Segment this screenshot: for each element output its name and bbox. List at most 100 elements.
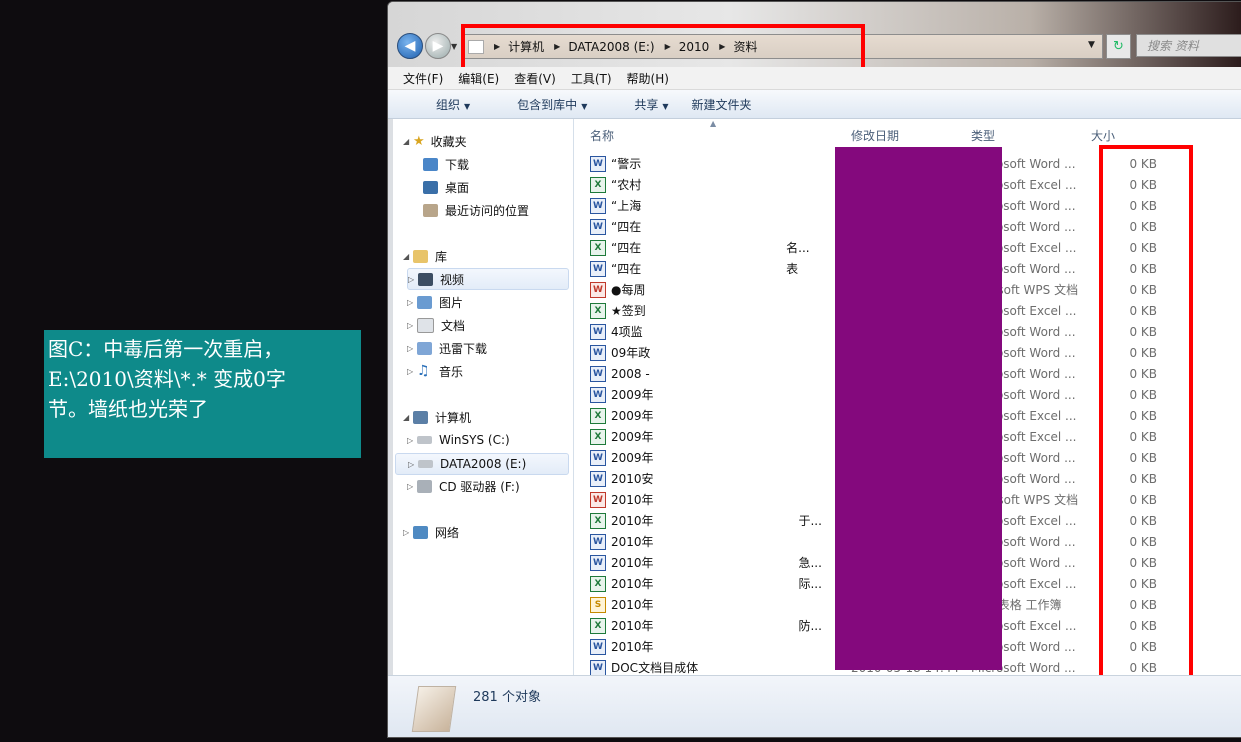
- excel-document-icon: X: [590, 302, 606, 319]
- chevron-down-icon: ▼: [464, 101, 471, 111]
- music-icon: ♫: [417, 363, 430, 379]
- refresh-button[interactable]: ↻: [1106, 34, 1131, 59]
- file-name: “农村: [611, 178, 642, 192]
- nav-item-music[interactable]: ▷ ♫ 音乐: [407, 361, 463, 381]
- collapse-arrow-icon[interactable]: ▷: [407, 344, 417, 353]
- file-name: 4项监: [611, 325, 643, 339]
- new-folder-button[interactable]: 新建文件夹: [692, 96, 752, 113]
- cd-drive-icon: [417, 479, 432, 493]
- file-name: 2010安: [611, 472, 654, 486]
- share-button[interactable]: 共享 ▼: [610, 96, 668, 113]
- collapse-arrow-icon[interactable]: ▷: [408, 275, 418, 284]
- file-name: “上海: [611, 199, 642, 213]
- excel-document-icon: X: [590, 428, 606, 445]
- collapse-arrow-icon[interactable]: ▷: [408, 460, 418, 469]
- wps-document-icon: W: [590, 491, 606, 508]
- command-bar: 组织 ▼ 包含到库中 ▼ 共享 ▼ 新建文件夹: [388, 90, 1241, 119]
- nav-favorites[interactable]: ◢ ★ 收藏夹: [403, 131, 467, 151]
- hard-drive-icon: [418, 460, 433, 468]
- details-pane: 281 个对象: [388, 675, 1241, 737]
- network-icon: [413, 525, 428, 539]
- size-column-highlight-box: [1099, 145, 1193, 688]
- menu-view[interactable]: 查看(V): [514, 70, 556, 87]
- search-input[interactable]: 搜索 资料: [1136, 34, 1241, 57]
- collapse-arrow-icon[interactable]: ▷: [403, 528, 413, 537]
- menu-help[interactable]: 帮助(H): [627, 70, 669, 87]
- file-name: 2009年: [611, 409, 654, 423]
- wps-spreadsheet-icon: S: [590, 596, 606, 613]
- nav-item-documents[interactable]: ▷ 文档: [407, 315, 465, 335]
- expand-arrow-icon[interactable]: ◢: [403, 137, 413, 146]
- file-name: 09年政: [611, 346, 651, 360]
- organize-button[interactable]: 组织 ▼: [412, 96, 470, 113]
- collapse-arrow-icon[interactable]: ▷: [407, 482, 417, 491]
- column-header-modified[interactable]: 修改日期: [851, 127, 899, 144]
- file-name: 2010年: [611, 535, 654, 549]
- column-header-type[interactable]: 类型: [971, 127, 995, 144]
- file-name: DOC文档目成体: [611, 661, 699, 675]
- recent-places-icon: [423, 203, 438, 217]
- nav-item-thunder-downloads[interactable]: ▷ 迅雷下载: [407, 338, 487, 358]
- menu-tools[interactable]: 工具(T): [571, 70, 612, 87]
- word-document-icon: W: [590, 533, 606, 550]
- object-count: 281 个对象: [473, 690, 541, 705]
- video-icon: [418, 272, 433, 286]
- word-document-icon: W: [590, 344, 606, 361]
- excel-document-icon: X: [590, 512, 606, 529]
- nav-item-drive-e[interactable]: ▷ DATA2008 (E:): [395, 453, 569, 475]
- thunder-download-icon: [417, 341, 432, 355]
- explorer-window: ◀ ▶ ▼ ▶ 计算机 ▶ DATA2008 (E:) ▶ 2010 ▶ 资料 ▼ ↻ …: [387, 1, 1241, 738]
- nav-item-cd-drive[interactable]: ▷ CD 驱动器 (F:): [407, 476, 520, 496]
- file-name: ★签到: [611, 304, 646, 318]
- hard-drive-icon: [417, 436, 432, 444]
- excel-document-icon: X: [590, 575, 606, 592]
- word-document-icon: W: [590, 386, 606, 403]
- word-document-icon: W: [590, 470, 606, 487]
- word-document-icon: W: [590, 554, 606, 571]
- chevron-down-icon: ▼: [662, 101, 669, 111]
- file-name: 2009年: [611, 430, 654, 444]
- nav-item-drive-c[interactable]: ▷ WinSYS (C:): [407, 430, 510, 450]
- computer-icon: [413, 410, 428, 424]
- column-header-size[interactable]: 大小: [1091, 127, 1115, 144]
- collapse-arrow-icon[interactable]: ▷: [407, 298, 417, 307]
- recent-pages-dropdown-icon[interactable]: ▼: [451, 42, 457, 51]
- expand-arrow-icon[interactable]: ◢: [403, 413, 413, 422]
- nav-libraries[interactable]: ◢ 库: [403, 246, 447, 266]
- chevron-down-icon: ▼: [581, 101, 588, 111]
- documents-icon: [417, 317, 434, 333]
- nav-item-recent[interactable]: 最近访问的位置: [423, 200, 529, 220]
- caption-line-3: 节。墙纸也光荣了: [48, 397, 208, 421]
- refresh-icon: ↻: [1113, 39, 1124, 54]
- back-button[interactable]: ◀: [397, 33, 423, 59]
- include-in-library-button[interactable]: 包含到库中 ▼: [493, 96, 587, 113]
- caption-line-2: E:\2010\资料\*.* 变成0字: [48, 367, 286, 391]
- nav-item-downloads[interactable]: 下载: [423, 154, 469, 174]
- collapse-arrow-icon[interactable]: ▷: [407, 321, 417, 330]
- menu-edit[interactable]: 编辑(E): [458, 70, 499, 87]
- file-name: 2009年: [611, 451, 654, 465]
- file-name: “四在: [611, 220, 642, 234]
- file-name: 2010年 防...: [611, 619, 822, 633]
- nav-network[interactable]: ▷ 网络: [403, 522, 459, 542]
- collapse-arrow-icon[interactable]: ▷: [407, 436, 417, 445]
- address-dropdown-icon[interactable]: ▼: [1088, 40, 1095, 50]
- column-header-name[interactable]: 名称: [590, 127, 614, 144]
- file-name: 2010年 于...: [611, 514, 822, 528]
- nav-computer[interactable]: ◢ 计算机: [403, 407, 471, 427]
- forward-button[interactable]: ▶: [425, 33, 451, 59]
- expand-arrow-icon[interactable]: ◢: [403, 252, 413, 261]
- collapse-arrow-icon[interactable]: ▷: [407, 367, 417, 376]
- menu-file[interactable]: 文件(F): [403, 70, 443, 87]
- file-name: 2009年: [611, 388, 654, 402]
- nav-item-videos[interactable]: ▷ 视频: [407, 268, 569, 290]
- folder-thumbnail-icon: [411, 686, 457, 732]
- back-arrow-icon: ◀: [404, 38, 416, 54]
- desktop-icon: [423, 180, 438, 194]
- menu-bar: 文件(F) 编辑(E) 查看(V) 工具(T) 帮助(H): [388, 67, 1241, 90]
- nav-item-pictures[interactable]: ▷ 图片: [407, 292, 463, 312]
- star-icon: ★: [413, 133, 425, 149]
- downloads-folder-icon: [423, 157, 438, 171]
- nav-item-desktop[interactable]: 桌面: [423, 177, 469, 197]
- library-icon: [413, 249, 428, 263]
